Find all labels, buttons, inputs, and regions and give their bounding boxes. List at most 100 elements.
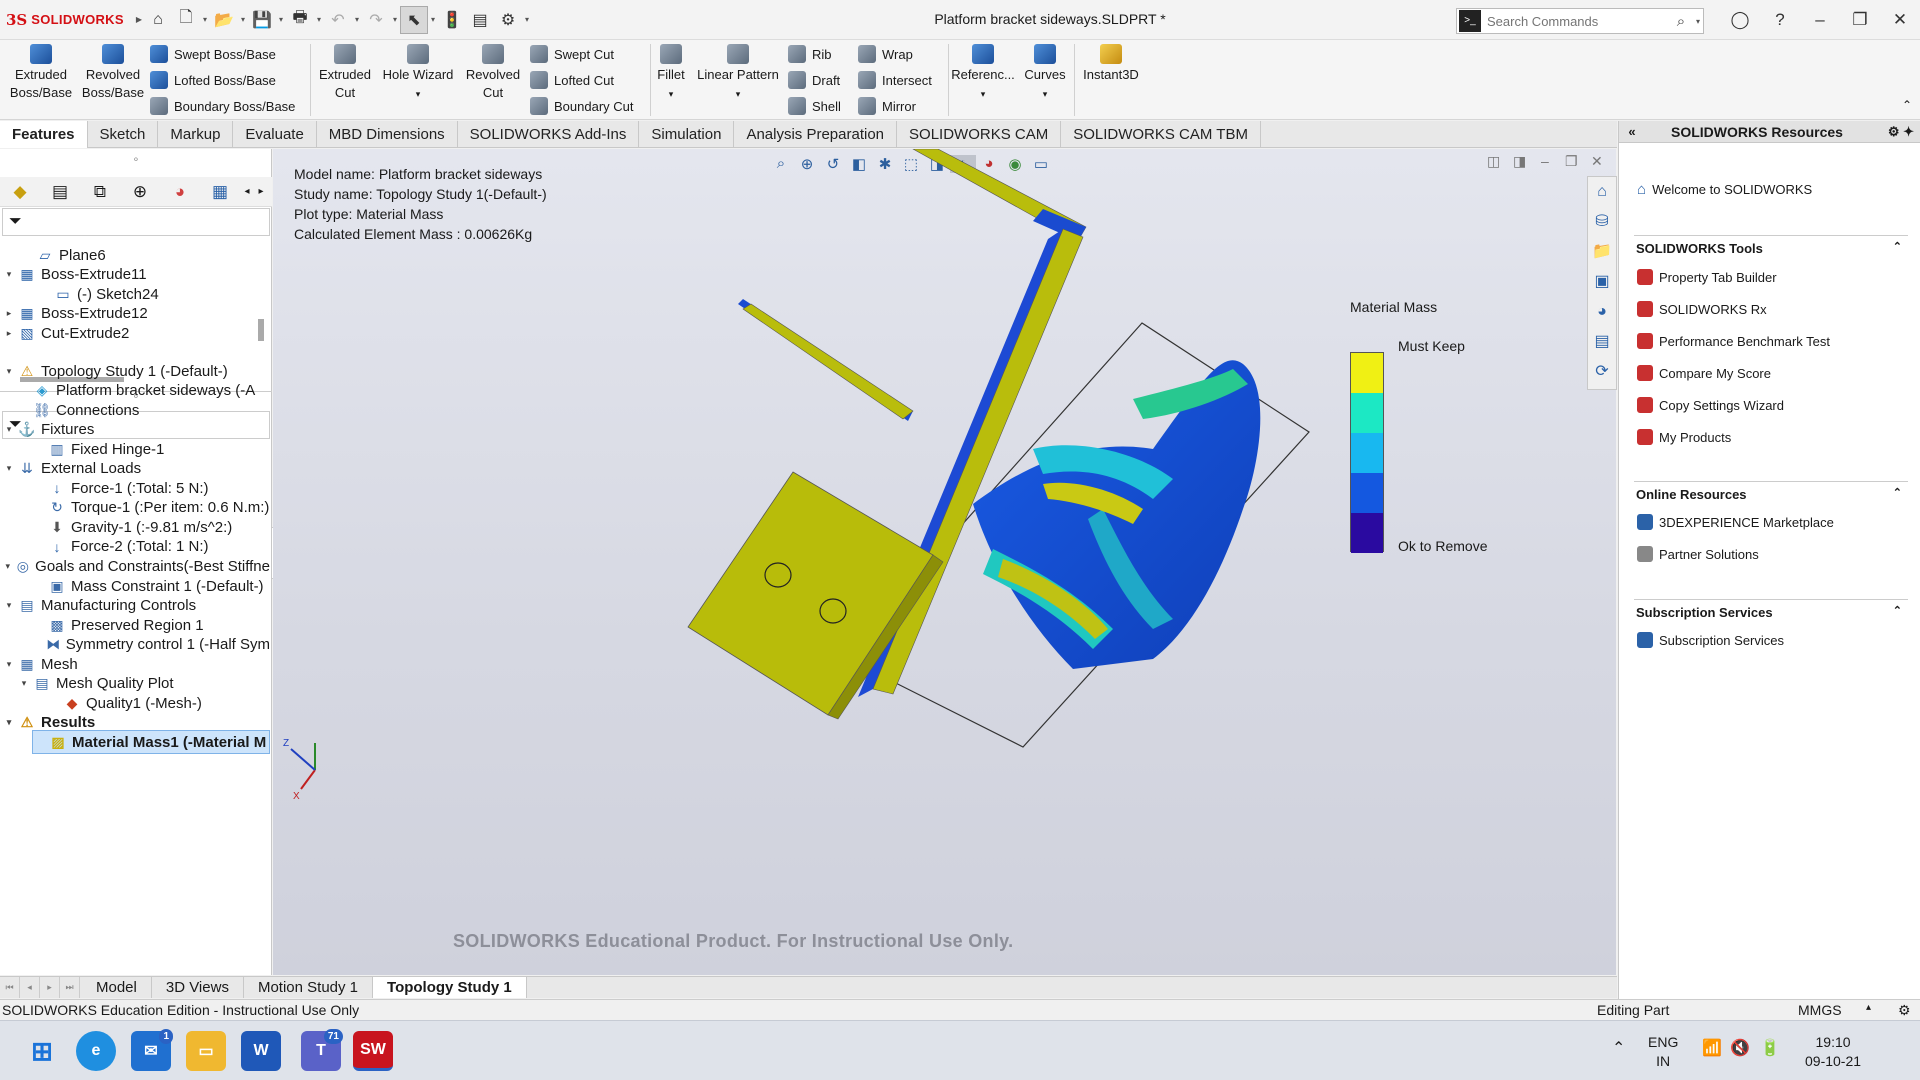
collapse-pane-icon[interactable]: «	[1619, 124, 1645, 139]
save-icon[interactable]: 💾	[248, 6, 276, 34]
view-palette-icon[interactable]: ▣	[1588, 267, 1616, 297]
display-manager-icon[interactable]: ◕	[160, 182, 200, 202]
expand-toggle-icon[interactable]: ▾	[2, 463, 16, 474]
chevron-down-icon[interactable]: ▾	[416, 89, 421, 99]
chevron-down-icon[interactable]: ▾	[314, 15, 324, 24]
rebuild-icon[interactable]: 🚦	[438, 6, 466, 34]
expand-toggle-icon[interactable]: ▾	[2, 269, 16, 280]
extruded-boss-button[interactable]: Extruded Boss/Base	[6, 44, 76, 102]
expand-toggle-icon[interactable]: ▾	[2, 659, 16, 670]
study-tree-item[interactable]: ▨ Material Mass1 (-Material M	[32, 730, 270, 755]
resource-link[interactable]: Property Tab Builder	[1637, 269, 1777, 285]
appearances-icon[interactable]: ◕	[1588, 297, 1616, 327]
undo-icon[interactable]: ↶	[324, 6, 352, 34]
volume-muted-icon[interactable]: 🔇	[1730, 1039, 1750, 1058]
teams-icon[interactable]: T 71	[301, 1029, 343, 1071]
chevron-down-icon[interactable]: ▾	[238, 15, 248, 24]
swept-cut-button[interactable]: Swept Cut	[530, 43, 614, 65]
edge-browser-icon[interactable]: e	[76, 1031, 116, 1071]
tray-overflow-icon[interactable]: ⌃	[1612, 1039, 1625, 1058]
tab-solidworks-cam-tbm[interactable]: SOLIDWORKS CAM TBM	[1061, 121, 1261, 148]
custom-properties-icon[interactable]: ▤	[1588, 327, 1616, 357]
status-units[interactable]: MMGS	[1798, 1002, 1842, 1018]
wifi-icon[interactable]: 📶	[1702, 1039, 1722, 1058]
pane-options-icon[interactable]: ⚙ ✦	[1888, 124, 1914, 140]
windows-start-icon[interactable]: ⊞	[22, 1031, 62, 1071]
chevron-down-icon[interactable]: ▾	[669, 89, 674, 99]
tab-analysis-preparation[interactable]: Analysis Preparation	[734, 121, 898, 148]
hole-wizard-button[interactable]: Hole Wizard ▾	[380, 44, 456, 103]
instant3d-button[interactable]: Instant3D	[1076, 44, 1146, 84]
extruded-cut-button[interactable]: Extruded Cut	[312, 44, 378, 102]
swept-boss-button[interactable]: Swept Boss/Base	[150, 43, 276, 65]
tab-solidworks-add-ins[interactable]: SOLIDWORKS Add-Ins	[458, 121, 640, 148]
configuration-manager-icon[interactable]: ⧉	[80, 182, 120, 202]
home-icon[interactable]: ⌂	[144, 6, 172, 34]
subscription-section-header[interactable]: Subscription Services ⌃	[1634, 599, 1908, 621]
first-tab-icon[interactable]: ⏮	[0, 977, 20, 998]
tab-mbd-dimensions[interactable]: MBD Dimensions	[317, 121, 458, 148]
expand-toggle-icon[interactable]: ▾	[2, 561, 13, 572]
tab-markup[interactable]: Markup	[158, 121, 234, 148]
search-icon[interactable]: ⌕	[1669, 13, 1693, 30]
tab-simulation[interactable]: Simulation	[639, 121, 735, 148]
chevron-down-icon[interactable]: ▾	[428, 15, 438, 24]
tab-sketch[interactable]: Sketch	[88, 121, 159, 148]
chevron-down-icon[interactable]: ▾	[736, 89, 741, 99]
chevron-down-icon[interactable]: ▾	[1043, 89, 1048, 99]
resource-link[interactable]: Subscription Services	[1637, 632, 1784, 648]
restore-icon[interactable]: ❐	[1840, 10, 1880, 30]
expand-toggle-icon[interactable]: ▾	[2, 366, 16, 377]
collapse-ribbon-icon[interactable]: ⌃	[1902, 98, 1912, 112]
revolved-cut-button[interactable]: Revolved Cut	[460, 44, 526, 102]
last-tab-icon[interactable]: ⏭	[60, 977, 80, 998]
wrap-button[interactable]: Wrap	[858, 43, 913, 65]
expand-toggle-icon[interactable]: ▾	[2, 717, 16, 728]
boundary-cut-button[interactable]: Boundary Cut	[530, 95, 634, 117]
feature-filter[interactable]: ⏷	[2, 208, 270, 236]
language-indicator[interactable]: ENG IN	[1648, 1033, 1678, 1071]
draft-button[interactable]: Draft	[788, 69, 840, 91]
shell-button[interactable]: Shell	[788, 95, 841, 117]
model-tab-3d-views[interactable]: 3D Views	[152, 977, 244, 998]
tab-features[interactable]: Features	[0, 121, 88, 148]
file-properties-icon[interactable]: ▤	[466, 6, 494, 34]
tree-scrollbar-thumb[interactable]	[258, 319, 264, 341]
forum-icon[interactable]: ⟳	[1588, 357, 1616, 387]
tools-section-header[interactable]: SOLIDWORKS Tools ⌃	[1634, 235, 1908, 257]
redo-icon[interactable]: ↷	[362, 6, 390, 34]
fillet-button[interactable]: Fillet ▾	[652, 44, 690, 103]
resource-link[interactable]: My Products	[1637, 429, 1731, 445]
next-tab-icon[interactable]: ▸	[40, 977, 60, 998]
search-commands[interactable]: >_ ⌕ ▾	[1456, 8, 1704, 34]
file-explorer-icon[interactable]: 📁	[1588, 237, 1616, 267]
lofted-cut-button[interactable]: Lofted Cut	[530, 69, 614, 91]
chevron-down-icon[interactable]: ▾	[390, 15, 400, 24]
chevron-down-icon[interactable]: ▾	[981, 89, 986, 99]
reference-geometry-button[interactable]: Referenc... ▾	[950, 44, 1016, 103]
chevron-up-icon[interactable]: ⌃	[1893, 604, 1902, 617]
mail-icon[interactable]: ✉ 1	[131, 1029, 173, 1071]
word-icon[interactable]: W	[241, 1031, 281, 1071]
chevron-down-icon[interactable]: ▾	[1693, 17, 1703, 26]
model-tab-motion-study-1[interactable]: Motion Study 1	[244, 977, 374, 998]
resources-home-icon[interactable]: ⌂	[1588, 177, 1616, 207]
tab-solidworks-cam[interactable]: SOLIDWORKS CAM	[897, 121, 1062, 148]
chevron-down-icon[interactable]: ▾	[276, 15, 286, 24]
user-account-icon[interactable]: ◯	[1720, 10, 1760, 30]
file-explorer-icon[interactable]: ▭	[186, 1031, 226, 1071]
expand-toggle-icon[interactable]: ▸	[2, 328, 16, 339]
help-icon[interactable]: ?	[1760, 10, 1800, 30]
dimxpert-icon[interactable]: ⊕	[120, 182, 160, 202]
curves-button[interactable]: Curves ▾	[1018, 44, 1072, 103]
print-icon[interactable]: 🖶	[286, 6, 314, 34]
search-input[interactable]	[1481, 13, 1669, 29]
welcome-link[interactable]: ⌂ Welcome to SOLIDWORKS	[1637, 181, 1812, 198]
model-tab-topology-study-1[interactable]: Topology Study 1	[373, 977, 527, 998]
intersect-button[interactable]: Intersect	[858, 69, 932, 91]
design-library-icon[interactable]: ⛁	[1588, 207, 1616, 237]
chevron-up-icon[interactable]: ⌃	[1893, 486, 1902, 499]
open-folder-icon[interactable]: 📂	[210, 6, 238, 34]
tab-evaluate[interactable]: Evaluate	[233, 121, 317, 148]
solidworks-logo[interactable]: 3S SOLIDWORKS	[6, 11, 134, 29]
